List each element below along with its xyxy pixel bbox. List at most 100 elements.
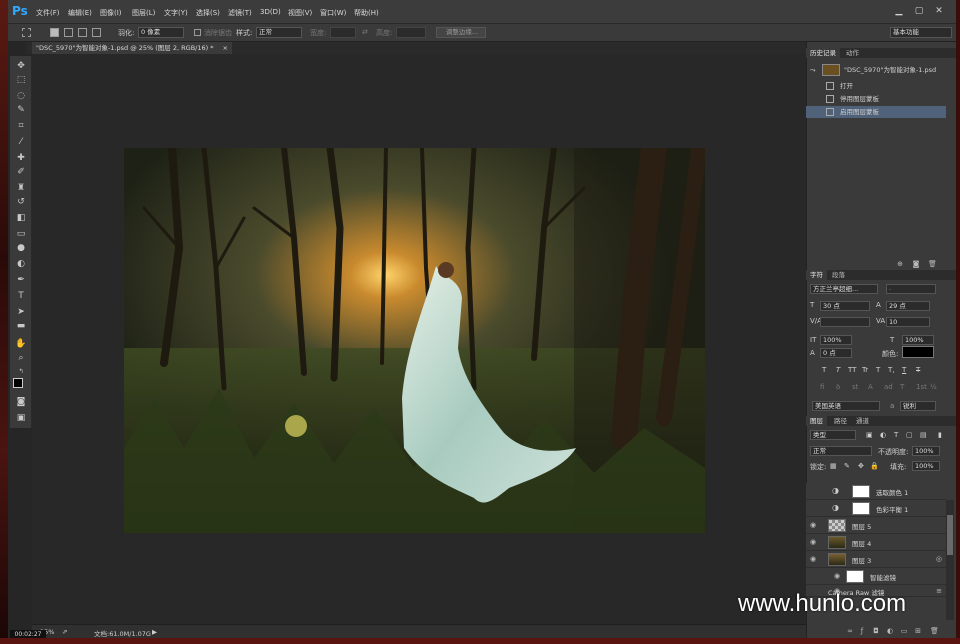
type-tool-icon[interactable]: T: [14, 290, 28, 302]
opentype-fraction-icon[interactable]: ½: [930, 383, 937, 391]
smart-filter-mask-thumbnail[interactable]: [846, 570, 864, 583]
superscript-button[interactable]: T: [876, 366, 880, 374]
smart-filter-icon[interactable]: ◎: [936, 555, 942, 563]
layer-mask-thumbnail[interactable]: [852, 502, 870, 515]
share-icon[interactable]: ⇗: [62, 628, 67, 636]
tab-history[interactable]: 历史记录: [806, 48, 840, 58]
menu-view[interactable]: 视图(V): [288, 8, 312, 18]
move-tool-icon[interactable]: ✥: [14, 60, 28, 72]
eye-icon[interactable]: ◉: [810, 538, 818, 546]
baseline-input[interactable]: 0 点: [820, 348, 852, 358]
antialias-checkbox[interactable]: [194, 29, 201, 36]
style-select[interactable]: 正常: [256, 27, 302, 38]
font-family-select[interactable]: 方正兰亭超细...: [810, 284, 878, 294]
shape-tool-icon[interactable]: ▬: [14, 320, 28, 332]
refine-edge-button[interactable]: 调整边缘...: [436, 27, 486, 38]
add-selection-icon[interactable]: [64, 28, 73, 37]
crop-tool-icon[interactable]: ⌗: [14, 120, 28, 132]
feather-input[interactable]: 0 像素: [138, 27, 184, 38]
filter-toggle-icon[interactable]: ▮: [938, 431, 942, 439]
menu-3d[interactable]: 3D(D): [260, 8, 281, 16]
eraser-tool-icon[interactable]: ◧: [14, 212, 28, 224]
tab-layers[interactable]: 图层: [806, 416, 827, 426]
document-info[interactable]: 文档:61.0M/1.07G: [94, 628, 151, 638]
swap-colors-icon[interactable]: ↰: [14, 366, 28, 378]
foreground-color-swatch[interactable]: [13, 378, 23, 388]
opentype-ordinal-icon[interactable]: 1st: [916, 383, 927, 391]
menu-select[interactable]: 选择(S): [196, 8, 220, 18]
layers-scrollbar-thumb[interactable]: [947, 515, 953, 555]
layer-filter-select[interactable]: 类型: [810, 430, 856, 440]
leading-input[interactable]: 29 点: [886, 301, 930, 311]
menu-file[interactable]: 文件(F): [36, 8, 60, 18]
tab-channels[interactable]: 通道: [852, 416, 873, 426]
dodge-tool-icon[interactable]: ◐: [14, 258, 28, 270]
layer-row[interactable]: ◉ 图层 4: [806, 534, 946, 551]
fill-input[interactable]: 100%: [912, 461, 940, 471]
lasso-tool-icon[interactable]: ◌: [14, 90, 28, 102]
menu-edit[interactable]: 编辑(E): [68, 8, 92, 18]
new-group-icon[interactable]: ▭: [900, 627, 908, 635]
close-button[interactable]: ✕: [932, 5, 946, 17]
text-color-swatch[interactable]: [902, 346, 934, 358]
filter-type-icon[interactable]: T: [894, 431, 898, 439]
lock-position-icon[interactable]: ✥: [858, 462, 864, 470]
eye-icon[interactable]: ◉: [810, 521, 818, 529]
document-image[interactable]: [124, 148, 705, 533]
layer-row[interactable]: ◑ 色彩平衡 1: [806, 500, 946, 517]
history-brush-tool-icon[interactable]: ↺: [14, 196, 28, 208]
gradient-tool-icon[interactable]: ▭: [14, 228, 28, 240]
delete-state-icon[interactable]: 🗑: [928, 260, 937, 268]
path-select-tool-icon[interactable]: ➤: [14, 306, 28, 318]
lock-transparent-icon[interactable]: ▦: [830, 462, 837, 470]
small-caps-button[interactable]: Tr: [862, 366, 868, 374]
status-menu-arrow-icon[interactable]: ▶: [152, 628, 157, 636]
layer-row[interactable]: ◑ 选取颜色 1: [806, 483, 946, 500]
delete-layer-icon[interactable]: 🗑: [930, 627, 939, 635]
history-item[interactable]: 停用图层蒙板: [806, 93, 946, 105]
font-size-input[interactable]: 30 点: [820, 301, 870, 311]
new-adjustment-icon[interactable]: ◐: [886, 627, 894, 635]
hand-tool-icon[interactable]: ✋: [14, 338, 28, 350]
tab-paragraph[interactable]: 段落: [828, 270, 849, 280]
layer-row[interactable]: ◉ 图层 3 ◎: [806, 551, 946, 568]
filter-shape-icon[interactable]: ▢: [906, 431, 913, 439]
faux-italic-button[interactable]: T: [836, 366, 840, 374]
minimize-button[interactable]: ▁: [892, 5, 906, 17]
filter-options-icon[interactable]: ≡: [936, 587, 942, 595]
tab-character[interactable]: 字符: [806, 270, 827, 280]
new-snapshot-icon[interactable]: ◙: [912, 260, 920, 268]
healing-tool-icon[interactable]: ✚: [14, 152, 28, 164]
new-layer-icon[interactable]: ⊞: [914, 627, 922, 635]
history-snapshot[interactable]: ⤳ "DSC_5970"为智能对象-1.psd: [806, 62, 946, 78]
opentype-ligature-icon[interactable]: fi: [820, 383, 824, 391]
history-item[interactable]: 打开: [806, 80, 946, 92]
underline-button[interactable]: T: [902, 366, 906, 374]
opacity-input[interactable]: 100%: [912, 446, 940, 456]
horizontal-scale-input[interactable]: 100%: [902, 335, 934, 345]
pen-tool-icon[interactable]: ✒: [14, 274, 28, 286]
filter-adjustment-icon[interactable]: ◐: [880, 431, 886, 439]
history-item-selected[interactable]: 启用图层蒙板: [806, 106, 946, 118]
new-selection-icon[interactable]: [50, 28, 59, 37]
menu-help[interactable]: 帮助(H): [354, 8, 379, 18]
width-input[interactable]: [330, 27, 356, 38]
brush-tool-icon[interactable]: ✐: [14, 166, 28, 178]
add-mask-icon[interactable]: ◘: [872, 627, 880, 635]
height-input[interactable]: [396, 27, 426, 38]
stamp-tool-icon[interactable]: ♜: [14, 182, 28, 194]
menu-layer[interactable]: 图层(L): [132, 8, 155, 18]
layer-mask-thumbnail[interactable]: [852, 485, 870, 498]
filter-smart-icon[interactable]: ▤: [920, 431, 927, 439]
layer-row[interactable]: ◉ 图层 5: [806, 517, 946, 534]
screen-mode-icon[interactable]: ▣: [14, 412, 28, 424]
lock-image-icon[interactable]: ✎: [844, 462, 850, 470]
opentype-titling-icon[interactable]: T: [900, 383, 904, 391]
marquee-tool-icon[interactable]: ⬚: [14, 74, 28, 86]
intersect-selection-icon[interactable]: [92, 28, 101, 37]
eyedropper-tool-icon[interactable]: ⁄: [14, 136, 28, 148]
marquee-preset-icon[interactable]: [22, 28, 31, 37]
quick-select-tool-icon[interactable]: ✎: [14, 104, 28, 116]
font-style-select[interactable]: -: [886, 284, 936, 294]
faux-bold-button[interactable]: T: [822, 366, 826, 374]
